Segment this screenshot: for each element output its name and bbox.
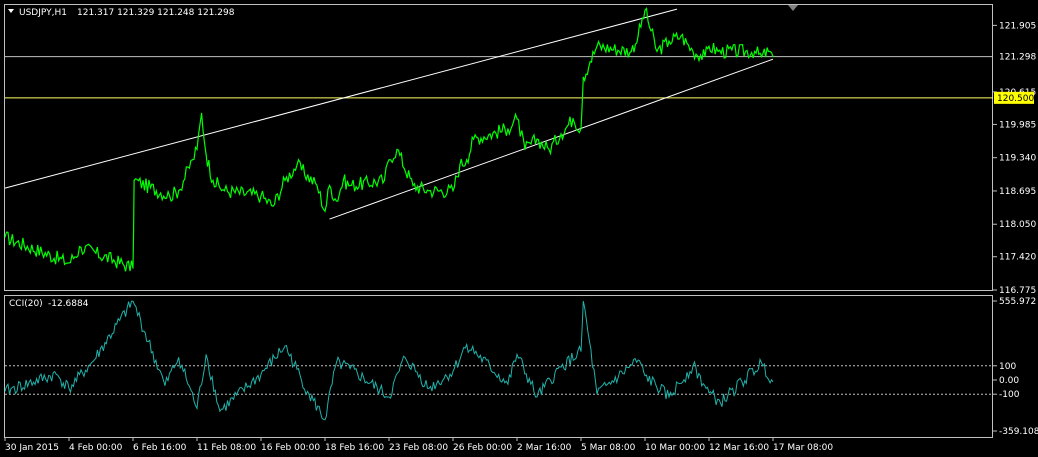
price-point: [572, 117, 574, 120]
price-point: [296, 164, 298, 166]
price-point: [260, 195, 262, 197]
price-point: [772, 55, 774, 58]
price-tick-label: 117.420: [999, 253, 1036, 263]
price-point: [223, 190, 226, 192]
price-point: [200, 112, 203, 114]
price-point: [349, 184, 351, 187]
price-point: [4, 236, 6, 238]
time-tick-label: 10 Mar 00:00: [645, 443, 705, 453]
last-price-label: 121.298: [999, 53, 1036, 63]
ohlc-readout: 121.317 121.329 121.248 121.298: [77, 8, 235, 18]
price-tick-label: 118.695: [999, 187, 1036, 197]
cci-tick-label: 555.972: [999, 297, 1036, 307]
time-tick-label: 12 Mar 16:00: [709, 443, 769, 453]
time-tick-label: 30 Jan 2015: [5, 443, 59, 453]
price-point: [582, 76, 584, 78]
price-point: [205, 153, 207, 156]
price-tick-label: 119.985: [999, 120, 1036, 130]
price-point: [80, 246, 82, 249]
price-point: [396, 148, 398, 151]
cci-title: CCI(20): [9, 299, 43, 309]
price-point: [272, 205, 274, 207]
price-point: [630, 50, 632, 53]
price-point: [284, 179, 286, 181]
time-tick-label: 2 Mar 16:00: [517, 443, 572, 453]
time-tick-label: 17 Mar 08:00: [773, 443, 833, 453]
price-point: [717, 50, 719, 53]
price-point: [560, 133, 562, 135]
cci-tick-label: -100: [999, 390, 1020, 400]
price-point: [388, 159, 390, 161]
price-point: [133, 179, 135, 181]
price-point: [196, 148, 198, 151]
price-point: [548, 148, 550, 151]
price-tick-label: 121.905: [999, 21, 1036, 31]
price-point: [178, 190, 180, 192]
symbol-title: USDJPY,H1: [19, 8, 67, 18]
time-tick-label: 6 Feb 16:00: [133, 443, 187, 453]
price-point: [692, 50, 694, 53]
price-point: [191, 159, 194, 161]
chart-window: 121.905120.615119.985119.340118.695118.0…: [0, 0, 1038, 457]
price-point: [466, 159, 468, 161]
price-point: [324, 210, 326, 212]
price-point: [637, 35, 639, 37]
price-point: [335, 200, 338, 202]
price-point: [316, 184, 318, 187]
time-tick-label: 26 Feb 00:00: [453, 443, 512, 453]
price-point: [68, 262, 70, 264]
price-point: [516, 117, 518, 120]
price-point: [656, 50, 658, 53]
price-point: [328, 184, 331, 187]
price-point: [704, 55, 706, 58]
price-point: [212, 179, 214, 181]
price-point: [580, 128, 582, 130]
price-point: [459, 164, 461, 166]
price-tick-label: 119.340: [999, 154, 1036, 164]
price-point: [428, 190, 430, 192]
price-point: [168, 195, 171, 197]
price-point: [760, 55, 763, 58]
time-tick-label: 18 Feb 16:00: [325, 443, 384, 453]
price-point: [708, 45, 710, 47]
price-point: [767, 50, 770, 53]
price-point: [132, 267, 134, 269]
cci-tick-label: 0.00: [999, 376, 1019, 386]
price-point: [536, 138, 538, 140]
price-point: [680, 35, 682, 37]
time-tick-label: 11 Feb 08:00: [197, 443, 256, 453]
time-tick-label: 16 Feb 00:00: [261, 443, 320, 453]
price-point: [644, 9, 646, 11]
price-point: [668, 40, 670, 42]
chart-background: [0, 0, 1038, 457]
price-tick-label: 118.050: [999, 220, 1036, 230]
price-point: [383, 179, 386, 181]
price-point: [754, 50, 756, 53]
price-point: [412, 184, 414, 187]
time-tick-label: 5 Mar 08:00: [581, 443, 636, 453]
time-tick-label: 4 Feb 00:00: [69, 443, 123, 453]
cci-value: -12.6884: [48, 299, 89, 309]
price-point: [524, 148, 526, 151]
price-point: [507, 128, 509, 130]
time-tick-label: 23 Feb 08:00: [389, 443, 448, 453]
price-point: [452, 190, 454, 192]
cci-tick-label: -359.1081: [999, 427, 1038, 437]
price-point: [342, 179, 344, 181]
price-point: [596, 45, 598, 47]
price-point: [589, 61, 591, 63]
level-price-label: 120.500: [997, 94, 1034, 104]
cci-tick-label: 100: [999, 362, 1016, 372]
price-tick-label: 116.775: [999, 286, 1036, 296]
price-point: [472, 138, 475, 140]
